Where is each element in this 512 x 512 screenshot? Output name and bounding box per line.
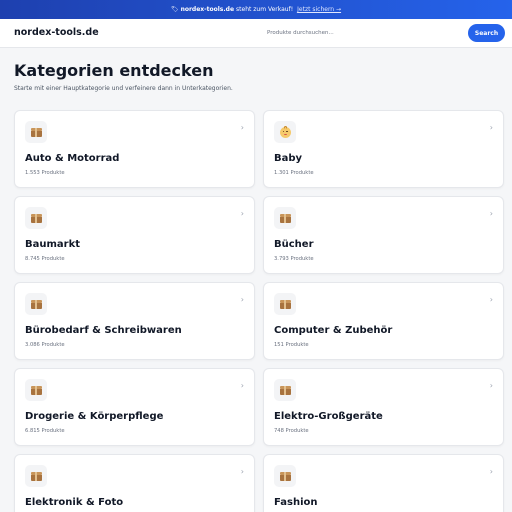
category-name: Bürobedarf & Schreibwaren <box>25 325 182 336</box>
site-header: nordex-tools.de Search <box>0 19 512 48</box>
tag-icon: 🏷 <box>170 6 179 13</box>
category-icon-box <box>25 121 47 143</box>
chevron-right-icon: › <box>240 381 244 390</box>
category-icon-box <box>274 465 296 487</box>
category-card[interactable]: › Computer & Zubehör 151 Produkte <box>263 282 504 360</box>
package-icon <box>279 471 291 481</box>
package-icon <box>279 385 291 395</box>
package-icon <box>279 299 291 309</box>
category-icon-box <box>274 207 296 229</box>
chevron-right-icon: › <box>489 381 493 390</box>
category-card[interactable]: › Elektronik & Foto <box>14 454 255 512</box>
category-icon-box <box>25 465 47 487</box>
chevron-right-icon: › <box>489 123 493 132</box>
package-icon <box>30 385 42 395</box>
baby-icon <box>279 125 291 138</box>
category-grid: › Auto & Motorrad 1.553 Produkte › Baby 1.301… <box>14 110 504 512</box>
category-name: Computer & Zubehör <box>274 325 393 336</box>
banner-domain: nordex-tools.de <box>180 6 235 13</box>
category-name: Bücher <box>274 239 314 250</box>
package-icon <box>30 127 42 137</box>
package-icon <box>279 213 291 223</box>
chevron-right-icon: › <box>240 295 244 304</box>
category-count: 3.793 Produkte <box>274 256 314 262</box>
category-count: 151 Produkte <box>274 342 309 348</box>
category-count: 6.815 Produkte <box>25 428 65 434</box>
category-icon-box <box>25 293 47 315</box>
chevron-right-icon: › <box>489 295 493 304</box>
category-icon-box <box>25 379 47 401</box>
category-card[interactable]: › Baby 1.301 Produkte <box>263 110 504 188</box>
package-icon <box>30 299 42 309</box>
category-name: Elektro-Großgeräte <box>274 411 383 422</box>
package-icon <box>30 471 42 481</box>
category-name: Elektronik & Foto <box>25 497 124 508</box>
category-card[interactable]: › Drogerie & Körperpflege 6.815 Produkte <box>14 368 255 446</box>
category-card[interactable]: › Auto & Motorrad 1.553 Produkte <box>14 110 255 188</box>
category-icon-box <box>274 121 296 143</box>
category-name: Drogerie & Körperpflege <box>25 411 164 422</box>
category-card[interactable]: › Elektro-Großgeräte 748 Produkte <box>263 368 504 446</box>
category-name: Fashion <box>274 497 318 508</box>
chevron-right-icon: › <box>240 123 244 132</box>
category-count: 1.553 Produkte <box>25 170 65 176</box>
category-count: 8.745 Produkte <box>25 256 65 262</box>
promo-banner: 🏷 nordex-tools.de steht zum Verkauf! Jet… <box>0 0 512 19</box>
category-count: 1.301 Produkte <box>274 170 314 176</box>
category-card[interactable]: › Bürobedarf & Schreibwaren 3.086 Produkte <box>14 282 255 360</box>
category-count: 748 Produkte <box>274 428 309 434</box>
chevron-right-icon: › <box>240 467 244 476</box>
category-card[interactable]: › Fashion <box>263 454 504 512</box>
chevron-right-icon: › <box>489 209 493 218</box>
page-subtitle: Starte mit einer Hauptkategorie und verf… <box>14 85 233 92</box>
category-icon-box <box>25 207 47 229</box>
package-icon <box>30 213 42 223</box>
category-name: Auto & Motorrad <box>25 153 120 164</box>
category-card[interactable]: › Bücher 3.793 Produkte <box>263 196 504 274</box>
site-logo[interactable]: nordex-tools.de <box>14 27 99 38</box>
chevron-right-icon: › <box>240 209 244 218</box>
category-name: Baumarkt <box>25 239 81 250</box>
search-button[interactable]: Search <box>468 24 505 42</box>
category-name: Baby <box>274 153 303 164</box>
banner-link[interactable]: Jetzt sichern → <box>297 6 341 13</box>
search-input[interactable] <box>261 24 465 42</box>
banner-text: steht zum Verkauf! <box>236 6 294 13</box>
category-icon-box <box>274 379 296 401</box>
category-icon-box <box>274 293 296 315</box>
chevron-right-icon: › <box>489 467 493 476</box>
page-title: Kategorien entdecken <box>14 61 214 80</box>
category-card[interactable]: › Baumarkt 8.745 Produkte <box>14 196 255 274</box>
category-count: 3.086 Produkte <box>25 342 65 348</box>
